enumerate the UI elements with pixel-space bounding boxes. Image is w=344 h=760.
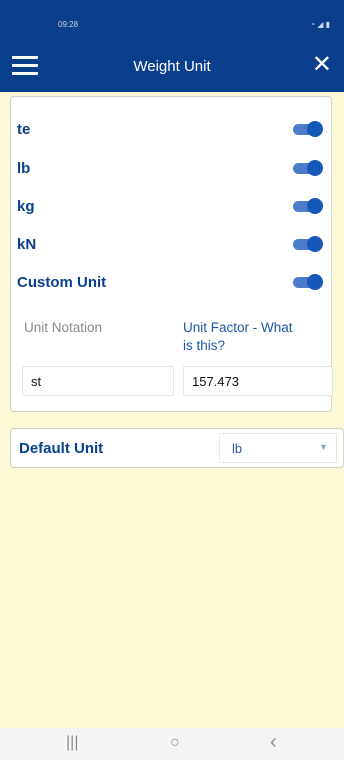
home-icon[interactable]: ○ — [170, 734, 180, 752]
close-icon[interactable]: ✕ — [312, 52, 332, 78]
app-bar: Weight Unit ✕ — [0, 42, 344, 92]
unit-notation-label: Unit Notation — [24, 320, 103, 335]
status-bar: 09:28 ◔ ◢ ▮ — [0, 0, 344, 42]
default-unit-value: lb — [232, 441, 243, 456]
unit-row-kn: kN — [17, 234, 323, 254]
unit-factor-help-link[interactable]: Unit Factor - What is this? — [183, 319, 293, 355]
unit-factor-label-line2: is this? — [183, 338, 226, 353]
status-icons: ◔ ◢ ▮ — [310, 20, 330, 29]
unit-factor-label-line1: Unit Factor - What — [183, 320, 293, 335]
default-unit-select[interactable]: lb ▼ — [219, 433, 337, 463]
unit-row-custom: Custom Unit — [17, 272, 323, 292]
recents-icon[interactable]: ||| — [66, 734, 78, 752]
toggle-lb[interactable] — [293, 160, 323, 176]
unit-row-lb: lb — [17, 158, 323, 178]
default-unit-label: Default Unit — [19, 440, 104, 457]
unit-label: kg — [17, 198, 35, 215]
unit-row-kg: kg — [17, 196, 323, 216]
toggle-kn[interactable] — [293, 236, 323, 252]
toggle-custom-unit[interactable] — [293, 274, 323, 290]
unit-label: Custom Unit — [17, 274, 107, 291]
unit-label: kN — [17, 236, 37, 253]
unit-row-te: te — [17, 119, 323, 139]
unit-label: te — [17, 121, 31, 138]
default-unit-card: Default Unit lb ▼ — [10, 428, 344, 468]
system-nav-bar: ||| ○ ‹ — [0, 728, 344, 760]
chevron-down-icon: ▼ — [319, 442, 328, 452]
status-time: 09:28 — [58, 20, 79, 29]
units-card: te lb kg kN Custom Unit Unit Notation Un… — [10, 96, 333, 412]
page-title: Weight Unit — [133, 58, 211, 75]
back-icon[interactable]: ‹ — [270, 731, 277, 754]
toggle-kg[interactable] — [293, 198, 323, 214]
unit-notation-input[interactable]: st — [22, 366, 174, 396]
unit-label: lb — [17, 160, 31, 177]
toggle-te[interactable] — [293, 121, 323, 137]
unit-factor-input[interactable]: 157.473 — [183, 366, 333, 396]
